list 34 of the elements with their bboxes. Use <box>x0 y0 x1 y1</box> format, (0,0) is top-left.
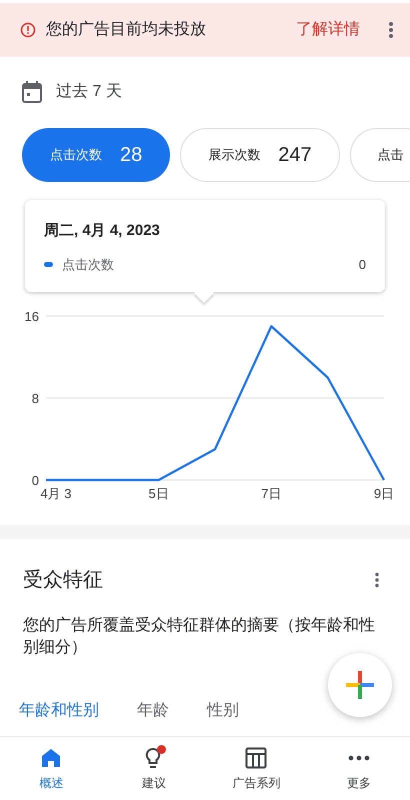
nav-item[interactable]: 广告系列 <box>205 737 308 800</box>
x-axis-label: 9日 <box>374 486 394 501</box>
calendar-icon[interactable] <box>22 81 42 103</box>
nav-item[interactable]: 概述 <box>0 737 102 800</box>
y-axis-label: 8 <box>32 391 39 406</box>
error-icon <box>20 22 36 38</box>
nav-item[interactable]: 建议 <box>102 737 205 800</box>
x-axis-label: 4月 3 <box>40 486 72 501</box>
tooltip-series: 点击次数 <box>62 256 114 274</box>
home-icon <box>41 748 62 768</box>
learn-more-link[interactable]: 了解详情 <box>296 18 360 42</box>
x-axis-label: 5日 <box>148 486 169 501</box>
section-title: 受众特征 <box>23 568 103 593</box>
alert-message: 您的广告目前均未投放 <box>46 20 206 40</box>
tab[interactable]: 性别 <box>207 699 239 723</box>
metric-chip[interactable]: 点击 <box>350 128 410 182</box>
tooltip-value: 0 <box>358 256 366 274</box>
date-range-label[interactable]: 过去 7 天 <box>56 80 122 104</box>
metric-chip[interactable]: 点击次数 28 <box>22 128 170 182</box>
section-description: 您的广告所覆盖受众特征群体的摘要（按年龄和性别细分） <box>22 616 376 658</box>
y-axis-label: 16 <box>24 311 39 324</box>
add-button[interactable] <box>328 653 392 717</box>
tab[interactable]: 年龄 <box>137 699 169 723</box>
metric-chip[interactable]: 展示次数 247 <box>180 128 340 182</box>
table-icon <box>245 746 268 768</box>
more-options-icon[interactable] <box>388 21 394 39</box>
nav-item[interactable]: 更多 <box>308 737 410 800</box>
x-axis-label: 7日 <box>261 486 282 501</box>
tooltip-date: 周二, 4月 4, 2023 <box>44 221 161 241</box>
more-icon <box>348 754 370 760</box>
plus-icon <box>346 671 374 699</box>
more-options-icon[interactable] <box>374 572 380 588</box>
y-axis-label: 0 <box>32 473 39 488</box>
tab[interactable]: 年龄和性别 <box>19 699 99 723</box>
